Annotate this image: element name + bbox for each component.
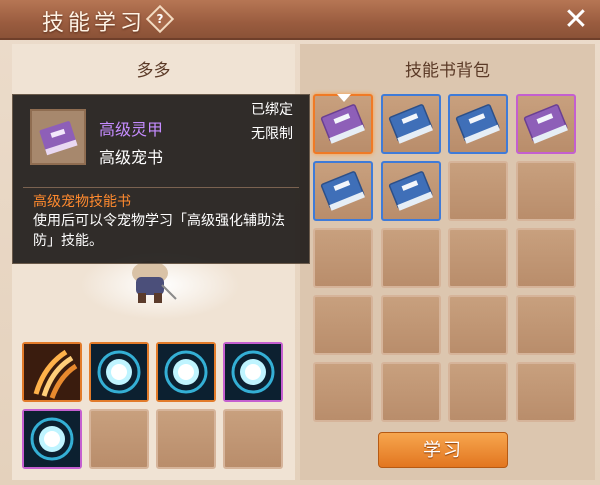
item-description: 使用后可以令宠物学习「高级强化辅助法防」技能。 (33, 213, 285, 249)
book-slot-empty[interactable] (515, 295, 576, 355)
panel-title-book-bag: 技能书背包 (405, 61, 490, 81)
bind-status: 已绑定 (251, 102, 293, 118)
book-slot-empty[interactable] (448, 362, 508, 422)
blue-skill-book-icon (383, 163, 439, 223)
item-tooltip: 高级灵甲 高级宠书 已绑定 无限制 高级宠物技能书 使用后可以令宠物学习「高级强… (12, 94, 310, 264)
item-type: 高级宠书 (99, 148, 164, 167)
help-button[interactable]: ? (145, 4, 175, 34)
blue-orb-skill-icon (225, 344, 281, 404)
pet-skill-slot[interactable] (156, 342, 216, 402)
purple-skill-book-icon (315, 96, 371, 156)
book-slot[interactable] (448, 94, 508, 154)
pet-skill-slot[interactable] (223, 342, 283, 402)
book-slot-empty[interactable] (313, 295, 373, 355)
book-slot-empty[interactable] (515, 161, 576, 221)
blue-orb-skill-icon (24, 411, 80, 471)
book-slot-empty[interactable] (448, 228, 508, 288)
window-title: 技能学习 (42, 11, 147, 36)
selected-indicator-icon (337, 94, 351, 102)
book-slot-empty[interactable] (313, 228, 373, 288)
item-category: 高级宠物技能书 (33, 194, 131, 210)
book-slot-empty[interactable] (515, 228, 576, 288)
pet-skill-slot[interactable] (89, 342, 149, 402)
blue-orb-skill-icon (91, 344, 147, 404)
close-button[interactable]: ✕ (562, 5, 590, 35)
pet-skill-slot-empty[interactable] (223, 409, 283, 469)
book-slot-empty[interactable] (380, 295, 441, 355)
book-slot-empty[interactable] (448, 161, 508, 221)
book-slot-empty[interactable] (380, 362, 441, 422)
pet-skill-slot[interactable] (22, 409, 82, 469)
book-slot[interactable] (313, 161, 373, 221)
limit-status: 无限制 (251, 126, 293, 142)
book-slot[interactable] (515, 94, 576, 156)
book-slot[interactable] (380, 161, 441, 223)
claw-skill-icon (24, 344, 80, 404)
item-name: 高级灵甲 (99, 120, 164, 139)
book-slot[interactable] (380, 94, 441, 156)
book-slot-empty[interactable] (313, 362, 373, 422)
blue-skill-book-icon (315, 163, 371, 223)
pet-name: 多多 (136, 61, 171, 81)
pet-skill-slot-empty[interactable] (89, 409, 149, 469)
tooltip-book-icon (30, 109, 86, 165)
blue-skill-book-icon (450, 96, 506, 156)
help-icon: ? (156, 12, 164, 26)
title-bar: 技能学习 ? ✕ (0, 0, 600, 40)
tooltip-divider (23, 187, 299, 188)
learn-button[interactable]: 学习 (378, 432, 508, 468)
pet-skill-slot[interactable] (22, 342, 82, 402)
book-slot[interactable] (313, 94, 373, 154)
book-slot-empty[interactable] (448, 295, 508, 355)
purple-skill-book-icon (518, 96, 574, 156)
blue-skill-book-icon (383, 96, 439, 156)
book-slot-empty[interactable] (515, 362, 576, 422)
book-slot-empty[interactable] (380, 228, 441, 288)
blue-orb-skill-icon (158, 344, 214, 404)
pet-skill-slot-empty[interactable] (156, 409, 216, 469)
